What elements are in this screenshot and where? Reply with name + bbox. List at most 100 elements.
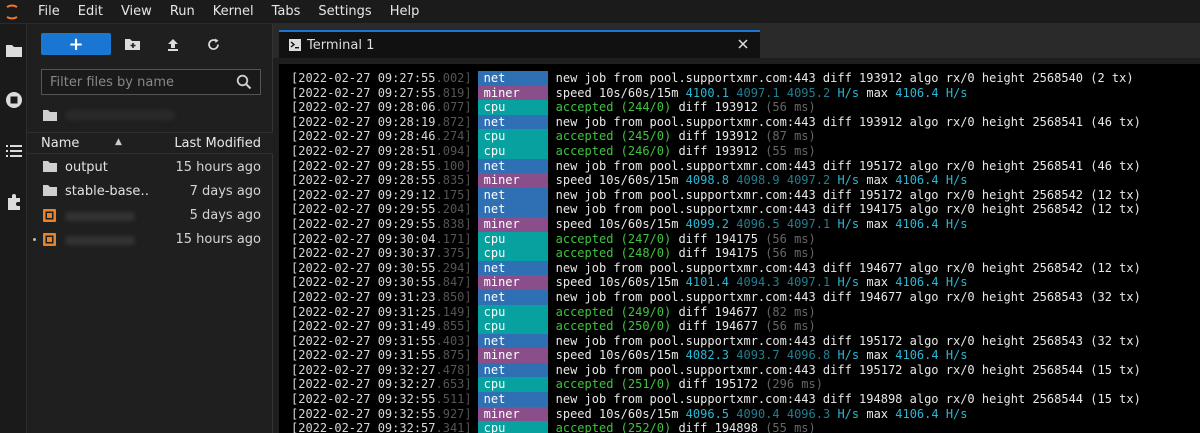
accepted-count: (249/0) <box>620 304 672 319</box>
speed-15m: 4097.1 <box>786 275 831 290</box>
share-diff: 194175 <box>714 246 758 261</box>
speed-max: 4106.4 <box>895 216 939 231</box>
log-milliseconds: .375] <box>435 246 472 261</box>
log-text: H/s <box>830 85 860 100</box>
file-row[interactable]: output 15 hours ago <box>27 156 273 180</box>
log-tag-miner: miner <box>477 173 548 188</box>
speed-60s: 4097.1 <box>736 85 780 100</box>
log-milliseconds: .927] <box>435 406 472 421</box>
upload-icon[interactable] <box>163 34 183 54</box>
log-text: diff <box>671 143 715 158</box>
breadcrumb[interactable] <box>43 107 243 123</box>
log-tag-cpu: cpu <box>477 143 548 159</box>
log-line: [2022-02-27 09:31:49.855] cpu accepted (25… <box>291 319 1196 334</box>
log-message: new job from pool.supportxmr.com:443 dif… <box>555 71 1134 85</box>
log-text: speed 10s/60s/15m <box>555 85 686 100</box>
close-tab-icon[interactable] <box>736 36 750 50</box>
speed-60s: 4098.9 <box>736 173 780 188</box>
share-diff: 193912 <box>714 143 758 158</box>
sort-ascending-icon[interactable]: ▲ <box>115 137 122 147</box>
log-tag-net: net <box>477 114 548 130</box>
share-diff: 193912 <box>714 129 758 144</box>
log-tag-miner: miner <box>477 216 548 232</box>
log-message: new job from pool.supportxmr.com:443 dif… <box>555 202 1141 217</box>
log-text: max <box>859 85 896 100</box>
main-tab-bar: Terminal 1 <box>273 24 1200 58</box>
extensions-icon[interactable] <box>0 188 27 216</box>
file-name: output <box>65 160 108 175</box>
log-line: [2022-02-27 09:31:55.403] net new job from… <box>291 333 1196 349</box>
menu-run[interactable]: Run <box>161 0 204 24</box>
filter-files-field[interactable] <box>41 69 261 95</box>
log-text: speed 10s/60s/15m <box>555 406 686 421</box>
log-text: speed 10s/60s/15m <box>555 275 686 290</box>
file-browser-icon[interactable] <box>0 36 27 64</box>
log-tag-cpu: cpu <box>477 246 548 261</box>
log-line: [2022-02-27 09:28:55.835] miner speed 10s/… <box>291 173 1196 188</box>
log-text: accepted <box>555 143 621 158</box>
log-line: [2022-02-27 09:28:06.077] cpu accepted (24… <box>291 100 1196 115</box>
file-row[interactable]: 15 hours ago <box>27 228 273 252</box>
log-timestamp: [2022-02-27 09:30:55 <box>291 275 436 290</box>
name-column-header[interactable]: Name <box>41 136 79 151</box>
log-milliseconds: .872] <box>435 114 472 129</box>
log-message: new job from pool.supportxmr.com:443 dif… <box>555 333 1141 348</box>
file-browser-panel: + Name ▲ Last Modified output 15 hours ag… <box>27 24 273 433</box>
menu-file[interactable]: File <box>24 0 69 24</box>
jupyter-logo-icon[interactable] <box>0 0 24 24</box>
share-latency: (82 ms) <box>765 304 816 319</box>
log-line: [2022-02-27 09:30:55.294] net new job from… <box>291 260 1196 276</box>
speed-60s: 4090.4 <box>736 406 780 421</box>
share-diff: 193912 <box>714 100 758 115</box>
terminal-output: [2022-02-27 09:27:55.002] net new job from… <box>291 71 1196 433</box>
new-folder-icon[interactable] <box>122 34 142 54</box>
filter-files-input[interactable] <box>50 74 230 90</box>
log-timestamp: [2022-02-27 09:29:55 <box>291 216 436 231</box>
log-timestamp: [2022-02-27 09:31:55 <box>291 348 436 363</box>
share-latency: (55 ms) <box>765 143 816 158</box>
log-tag-net: net <box>477 158 548 174</box>
refresh-icon[interactable] <box>203 34 223 54</box>
command-palette-icon[interactable] <box>0 137 27 165</box>
log-milliseconds: .002] <box>435 71 472 85</box>
terminal-panel[interactable]: [2022-02-27 09:27:55.002] net new job from… <box>273 58 1200 433</box>
log-tag-miner: miner <box>477 406 548 422</box>
speed-60s: 4094.3 <box>736 275 780 290</box>
log-message: new job from pool.supportxmr.com:443 dif… <box>555 260 1141 275</box>
log-milliseconds: .847] <box>435 275 472 290</box>
menu-settings[interactable]: Settings <box>309 0 380 24</box>
menu-kernel[interactable]: Kernel <box>204 0 263 24</box>
menu-tabs[interactable]: Tabs <box>263 0 310 24</box>
log-line: [2022-02-27 09:28:55.100] net new job from… <box>291 158 1196 174</box>
log-line: [2022-02-27 09:29:55.838] miner speed 10s/… <box>291 216 1196 232</box>
share-latency: (296 ms) <box>765 377 823 392</box>
file-row[interactable]: 5 days ago <box>27 204 273 228</box>
log-text: diff <box>671 319 715 334</box>
log-timestamp: [2022-02-27 09:29:55 <box>291 202 436 217</box>
log-milliseconds: .204] <box>435 202 472 217</box>
log-text: H/s <box>830 216 860 231</box>
tab-label: Terminal 1 <box>307 37 375 53</box>
menu-help[interactable]: Help <box>381 0 429 24</box>
log-text: H/s <box>938 348 968 363</box>
file-row[interactable]: stable-base… 7 days ago <box>27 180 273 204</box>
speed-10s: 4099.2 <box>685 216 730 231</box>
share-latency: (87 ms) <box>765 129 816 144</box>
log-line: [2022-02-27 09:32:27.478] net new job from… <box>291 362 1196 378</box>
log-text: speed 10s/60s/15m <box>555 173 686 188</box>
running-kernels-icon[interactable] <box>0 86 27 114</box>
log-text: H/s <box>830 406 860 421</box>
menu-view[interactable]: View <box>112 0 161 24</box>
last-modified-column-header[interactable]: Last Modified <box>174 136 261 151</box>
log-text: H/s <box>938 216 968 231</box>
log-text: max <box>859 275 896 290</box>
log-milliseconds: .850] <box>435 289 472 304</box>
new-launcher-button[interactable]: + <box>41 33 111 55</box>
log-tag-cpu: cpu <box>477 377 548 393</box>
log-tag-miner: miner <box>477 348 548 363</box>
log-line: [2022-02-27 09:28:19.872] net new job from… <box>291 114 1196 130</box>
log-line: [2022-02-27 09:32:55.511] net new job from… <box>291 392 1196 407</box>
tab-terminal-1[interactable]: Terminal 1 <box>279 30 760 58</box>
menu-edit[interactable]: Edit <box>69 0 112 24</box>
